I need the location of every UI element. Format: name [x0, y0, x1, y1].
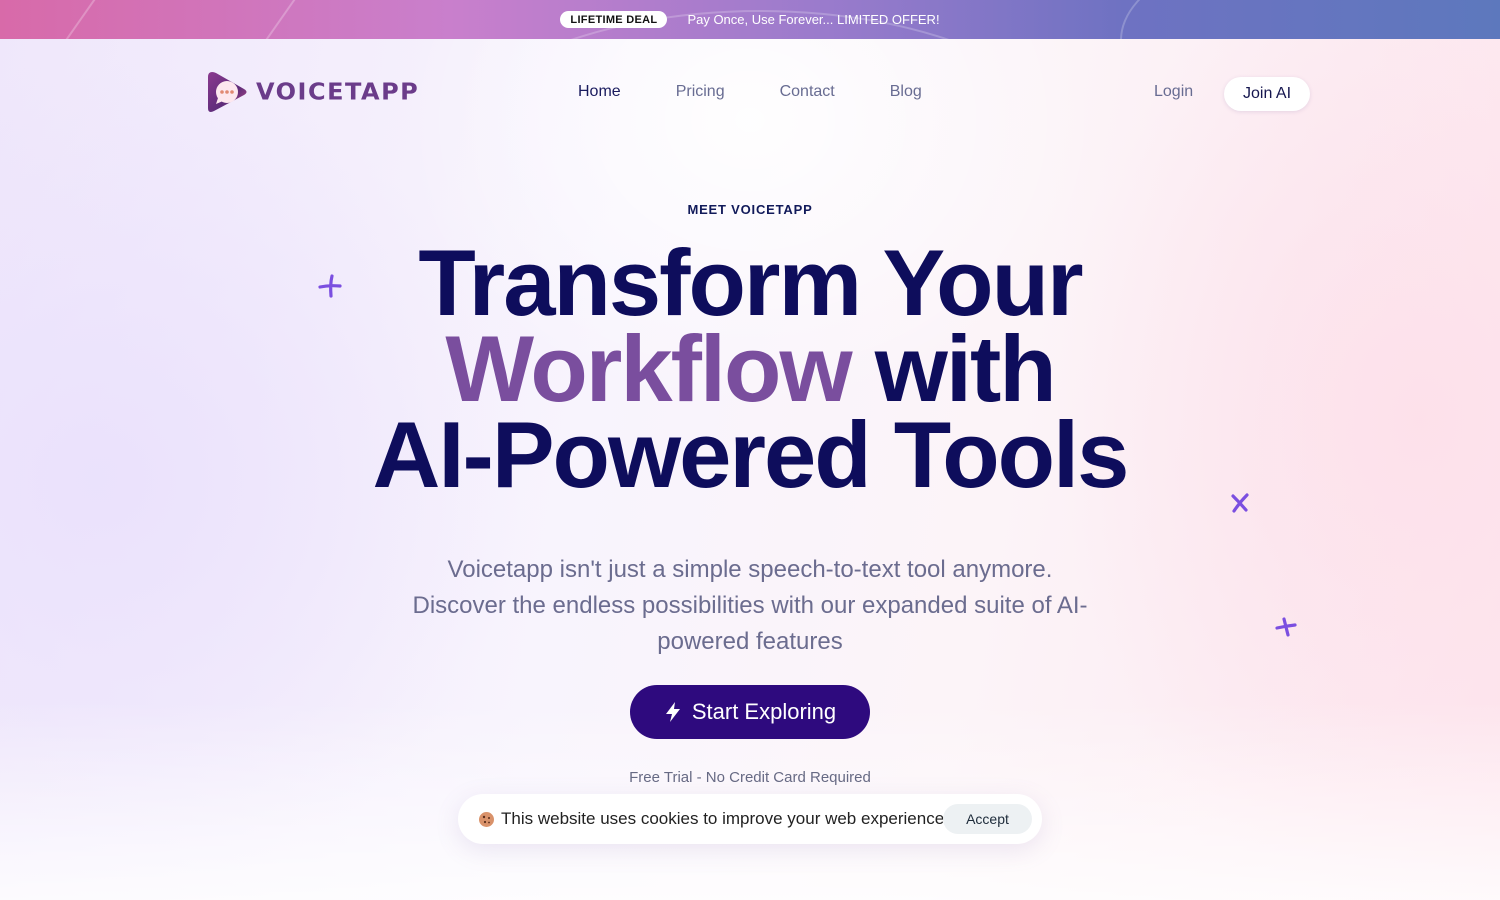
sparkle-icon — [318, 274, 342, 298]
join-ai-button[interactable]: Join AI — [1224, 77, 1310, 111]
promo-text[interactable]: Pay Once, Use Forever... LIMITED OFFER! — [687, 12, 939, 27]
headline-line-1: Transform Your — [418, 230, 1083, 335]
cookie-icon — [479, 811, 494, 827]
sparkle-icon — [1231, 493, 1249, 513]
nav-pricing[interactable]: Pricing — [676, 83, 725, 101]
cta-label: Start Exploring — [691, 699, 837, 724]
headline-line-2: Workflow with — [0, 322, 1500, 416]
chat-bubble-play-icon — [208, 72, 247, 112]
headline-line-3: AI-Powered Tools — [372, 402, 1130, 507]
logo-text: VOICETAPP — [256, 78, 420, 106]
accept-cookies-button[interactable]: Accept — [943, 804, 1032, 834]
logo[interactable]: VOICETAPP — [206, 70, 419, 114]
hero-headline: Transform Your Workflow with AI-Powered … — [0, 230, 1500, 507]
cookie-banner: This website uses cookies to improve you… — [458, 794, 1042, 844]
hero-eyebrow: MEET VOICETAPP — [687, 202, 813, 217]
lifetime-deal-badge[interactable]: LIFETIME DEAL — [560, 11, 668, 28]
site-header: VOICETAPP Home Pricing Contact Blog Logi… — [0, 39, 1500, 147]
start-exploring-button[interactable]: Start Exploring — [630, 685, 870, 739]
promo-banner: LIFETIME DEAL Pay Once, Use Forever... L… — [0, 0, 1500, 39]
cookie-message: This website uses cookies to improve you… — [501, 809, 949, 828]
lightning-bolt-icon — [665, 702, 680, 722]
hero-subtitle: Voicetapp isn't just a simple speech-to-… — [412, 556, 1088, 655]
main-nav: Home Pricing Contact Blog — [578, 83, 977, 101]
decorative-line — [248, 0, 302, 39]
sparkle-icon — [1275, 617, 1297, 637]
nav-contact[interactable]: Contact — [780, 83, 835, 101]
nav-home[interactable]: Home — [578, 83, 621, 101]
free-trial-note: Free Trial - No Credit Card Required — [629, 769, 871, 786]
nav-blog[interactable]: Blog — [890, 83, 922, 101]
decorative-arc — [1120, 0, 1500, 39]
decorative-line — [48, 0, 102, 39]
login-link[interactable]: Login — [1154, 83, 1193, 101]
